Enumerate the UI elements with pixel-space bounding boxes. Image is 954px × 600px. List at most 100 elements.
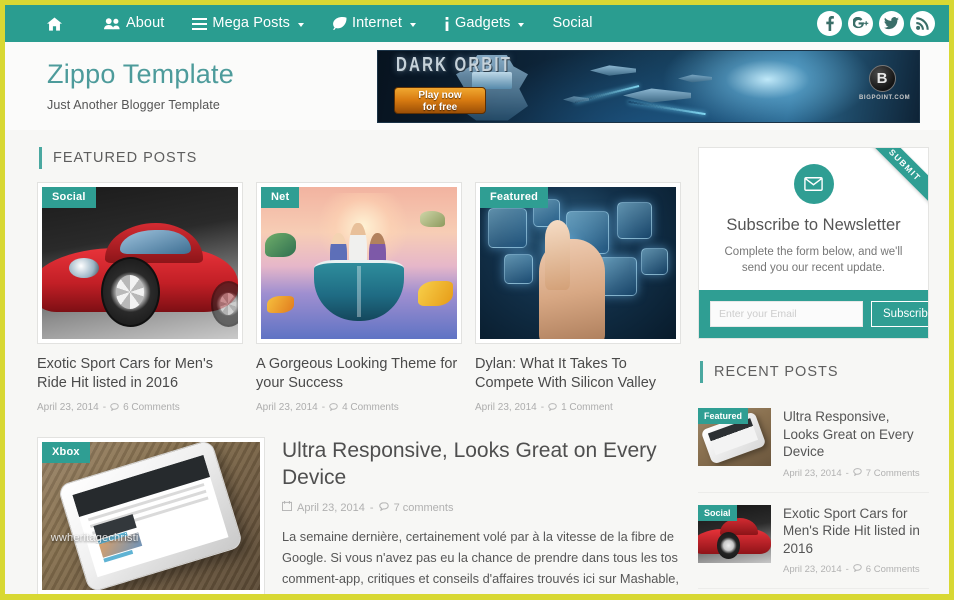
featured-post-card[interactable]: Featured Dylan: What It Takes To Compete… (475, 182, 681, 413)
twitter-icon[interactable] (879, 11, 904, 36)
post-title[interactable]: Exotic Sport Cars for Men's Ride Hit lis… (37, 355, 243, 393)
nav-item-internet[interactable]: Internet (318, 5, 430, 42)
featured-posts-heading: FEATURED POSTS (39, 147, 681, 169)
main-post-meta: April 23, 2014 - 7 comments (281, 501, 681, 514)
chevron-down-icon (297, 22, 304, 27)
subscribe-button[interactable]: Subscribe (871, 301, 928, 327)
recent-posts-list: Featured Ultra Responsive, Looks Great o… (698, 396, 929, 594)
email-input[interactable] (710, 301, 863, 327)
banner-cta-line1: Play now (418, 89, 462, 101)
recent-post-title[interactable]: Ultra Responsive, Looks Great on Every D… (783, 408, 929, 461)
newsletter-form: Subscribe (699, 290, 928, 338)
banner-ad[interactable]: DARK ORBIT Play now for free B BIGPOINT.… (377, 49, 920, 123)
category-tag[interactable]: Social (698, 504, 737, 521)
recent-posts-heading: RECENT POSTS (700, 361, 929, 383)
post-date: April 23, 2014 (37, 402, 99, 413)
comment-icon (329, 403, 338, 414)
thumbnail-image: Net (261, 187, 457, 339)
category-tag[interactable]: Featured (480, 187, 549, 208)
banner-play-button[interactable]: Play now for free (394, 86, 486, 114)
top-navigation-bar: About Mega Posts Internet Gadgets Social (5, 5, 949, 42)
recent-post-meta: April 23, 2014 - 6 Comments (783, 564, 929, 575)
sponsor-logo: B BIGPOINT.COM (859, 64, 911, 101)
recent-post-thumbnail[interactable]: Social (698, 504, 771, 563)
calendar-icon (281, 501, 293, 514)
thumbnail-image: Social (42, 187, 238, 339)
nav-item-label: About (126, 15, 165, 31)
sports-car-artwork (42, 187, 238, 339)
home-icon (47, 16, 62, 31)
page-root: About Mega Posts Internet Gadgets Social… (0, 0, 954, 600)
comment-icon (548, 403, 557, 414)
content-area: FEATURED POSTS Social Exotic Sport Cars … (5, 130, 949, 594)
category-tag[interactable]: Featured (698, 408, 749, 424)
post-meta: April 23, 2014 - 6 Comments (37, 402, 243, 413)
social-links (817, 11, 935, 36)
post-meta: April 23, 2014 - 4 Comments (256, 402, 462, 413)
animated-boat-artwork (261, 187, 457, 339)
section-title-label: RECENT POSTS (714, 364, 839, 380)
bars-icon (192, 17, 208, 30)
recent-post-body: Exotic Sport Cars for Men's Ride Hit lis… (783, 505, 929, 576)
post-thumbnail[interactable]: Featured (475, 182, 681, 344)
nav-item-gadgets[interactable]: Gadgets (430, 5, 539, 42)
nav-links: About Mega Posts Internet Gadgets Social (47, 5, 817, 42)
post-thumbnail[interactable]: Social (37, 182, 243, 344)
category-tag[interactable]: Net (261, 187, 300, 208)
nav-item-label: Gadgets (454, 15, 511, 31)
recent-post-thumbnail[interactable]: Featured (698, 408, 771, 466)
list-item[interactable]: Social Exotic Sport Cars for Men's Ride … (698, 493, 929, 589)
newsletter-heading: Subscribe to Newsletter (726, 216, 901, 234)
image-watermark: wwheritagechristi (50, 532, 139, 545)
main-column: FEATURED POSTS Social Exotic Sport Cars … (37, 130, 681, 594)
nav-item-social[interactable]: Social (538, 5, 606, 42)
thumbnail-image: Xbox wwheritagechristi (42, 442, 260, 590)
featured-post-card[interactable]: Net A Gorgeous Looking Theme for your Su… (256, 182, 462, 413)
recent-post-comment-count: 6 Comments (865, 564, 920, 575)
banner-logo: DARK ORBIT (396, 52, 513, 76)
main-post-body: Ultra Responsive, Looks Great on Every D… (281, 437, 681, 594)
site-brand[interactable]: Zippo Template Just Another Blogger Temp… (47, 59, 377, 112)
nav-item-home[interactable] (47, 5, 90, 42)
meta-separator: - (369, 501, 374, 514)
post-date: April 23, 2014 (475, 402, 537, 413)
nav-item-mega-posts[interactable]: Mega Posts (178, 5, 318, 42)
rss-icon[interactable] (910, 11, 935, 36)
site-tagline: Just Another Blogger Template (47, 97, 220, 112)
featured-posts-grid: Social Exotic Sport Cars for Men's Ride … (37, 182, 681, 413)
featured-post-card[interactable]: Social Exotic Sport Cars for Men's Ride … (37, 182, 243, 413)
site-header: Zippo Template Just Another Blogger Temp… (5, 42, 949, 130)
post-thumbnail[interactable]: Net (256, 182, 462, 344)
main-post-date: April 23, 2014 (297, 501, 365, 514)
list-item[interactable]: Featured Ultra Responsive, Looks Great o… (698, 396, 929, 493)
comment-icon (110, 403, 119, 414)
touchscreen-artwork (480, 187, 676, 339)
category-tag[interactable]: Social (42, 187, 96, 208)
chevron-down-icon (409, 22, 416, 27)
post-meta: April 23, 2014 - 1 Comment (475, 402, 681, 413)
info-icon (444, 16, 450, 31)
post-title[interactable]: Dylan: What It Takes To Compete With Sil… (475, 355, 681, 393)
banner-cta-line2: for free (422, 101, 458, 113)
comment-icon (853, 564, 862, 575)
recent-post-date: April 23, 2014 (783, 467, 842, 479)
main-post-comment-count: 7 comments (393, 501, 454, 514)
recent-post-body: Ultra Responsive, Looks Great on Every D… (783, 408, 929, 479)
main-post-thumbnail[interactable]: Xbox wwheritagechristi (37, 437, 265, 594)
post-title[interactable]: A Gorgeous Looking Theme for your Succes… (256, 355, 462, 393)
list-item[interactable]: App.net SUCCESS (698, 589, 929, 594)
sidebar: SUBMIT Subscribe to Newsletter Complete … (698, 130, 929, 594)
sponsor-text: BIGPOINT.COM (859, 94, 911, 101)
main-post-title[interactable]: Ultra Responsive, Looks Great on Every D… (282, 437, 681, 491)
google-plus-icon[interactable] (848, 11, 873, 36)
nav-item-about[interactable]: About (90, 5, 178, 42)
facebook-icon[interactable] (817, 11, 842, 36)
post-comment-count: 6 Comments (123, 402, 180, 413)
newsletter-widget: SUBMIT Subscribe to Newsletter Complete … (698, 147, 929, 339)
recent-post-date: April 23, 2014 (783, 564, 842, 575)
nav-item-label: Mega Posts (212, 15, 290, 31)
category-tag[interactable]: Xbox (42, 442, 90, 463)
post-date: April 23, 2014 (256, 402, 318, 413)
chevron-down-icon (518, 22, 525, 27)
recent-post-title[interactable]: Exotic Sport Cars for Men's Ride Hit lis… (783, 505, 929, 558)
